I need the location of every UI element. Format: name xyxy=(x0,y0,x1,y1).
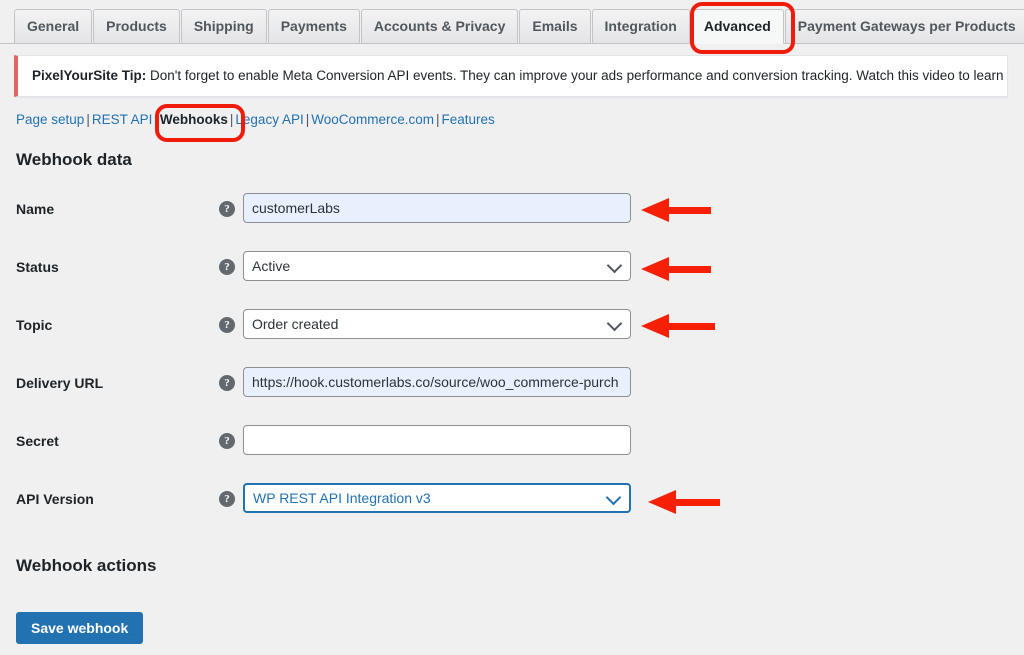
form-row-api-version: API Version ? WP REST API Integration v3 xyxy=(0,475,1024,533)
subnav-item-legacy-api[interactable]: Legacy API xyxy=(235,112,303,127)
status-select[interactable]: Active xyxy=(243,251,631,281)
status-select-value: Active xyxy=(252,258,291,274)
webhook-data-heading: Webhook data xyxy=(16,150,132,169)
name-label: Name xyxy=(16,201,55,217)
save-webhook-button[interactable]: Save webhook xyxy=(16,612,144,644)
notice-prefix: PixelYourSite Tip: xyxy=(32,68,147,83)
topic-select[interactable]: Order created xyxy=(243,309,631,339)
tab-integration[interactable]: Integration xyxy=(591,9,690,44)
subnav-item-webhooks[interactable]: Webhooks xyxy=(160,112,228,127)
tab-general[interactable]: General xyxy=(14,9,93,44)
topic-label: Topic xyxy=(16,317,53,333)
tab-shipping[interactable]: Shipping xyxy=(180,9,267,44)
help-icon[interactable]: ? xyxy=(219,317,235,333)
subnav-separator: | xyxy=(154,112,158,127)
form-row-name: Name ? xyxy=(0,185,1024,243)
chevron-down-icon xyxy=(606,315,623,332)
chevron-down-icon xyxy=(606,257,623,274)
tab-advanced[interactable]: Advanced xyxy=(690,9,784,44)
pixelyoursite-tip-notice: PixelYourSite Tip: Don't forget to enabl… xyxy=(14,55,1008,97)
help-icon[interactable]: ? xyxy=(219,375,235,391)
notice-text: Don't forget to enable Meta Conversion A… xyxy=(146,68,1008,83)
tab-payment-gateways-per-products[interactable]: Payment Gateways per Products xyxy=(784,9,1024,44)
settings-tab-bar: General Products Shipping Payments Accounts … xyxy=(0,0,1024,44)
help-icon[interactable]: ? xyxy=(219,201,235,217)
form-row-delivery-url: Delivery URL ? xyxy=(0,359,1024,417)
tab-payments[interactable]: Payments xyxy=(267,9,360,44)
help-icon[interactable]: ? xyxy=(219,491,235,507)
webhook-data-form: Name ? Status ? Active Topic ? Order cre… xyxy=(0,185,1024,533)
tab-products[interactable]: Products xyxy=(93,9,180,44)
delivery-url-input[interactable] xyxy=(243,367,631,397)
api-version-select-value: WP REST API Integration v3 xyxy=(253,490,431,506)
topic-select-value: Order created xyxy=(252,316,339,332)
subnav-separator: | xyxy=(86,112,90,127)
tab-emails[interactable]: Emails xyxy=(519,9,591,44)
subnav-item-rest-api[interactable]: REST API xyxy=(92,112,153,127)
secret-label: Secret xyxy=(16,433,59,449)
secret-input[interactable] xyxy=(243,425,631,455)
tab-accounts-privacy[interactable]: Accounts & Privacy xyxy=(360,9,519,44)
form-row-status: Status ? Active xyxy=(0,243,1024,301)
subnav-item-page-setup[interactable]: Page setup xyxy=(16,112,84,127)
name-input[interactable] xyxy=(243,193,631,223)
delivery-url-label: Delivery URL xyxy=(16,375,104,391)
advanced-subnav: Page setup | REST API | Webhooks | Legacy API |… xyxy=(16,111,1024,129)
api-version-select[interactable]: WP REST API Integration v3 xyxy=(243,483,631,513)
help-icon[interactable]: ? xyxy=(219,433,235,449)
subnav-item-features[interactable]: Features xyxy=(442,112,495,127)
subnav-item-woocommerce-com[interactable]: WooCommerce.com xyxy=(311,112,434,127)
form-row-topic: Topic ? Order created xyxy=(0,301,1024,359)
api-version-label: API Version xyxy=(16,491,94,507)
subnav-separator: | xyxy=(436,112,440,127)
status-label: Status xyxy=(16,259,59,275)
webhook-actions-heading: Webhook actions xyxy=(16,556,157,575)
chevron-down-icon xyxy=(605,489,622,506)
help-icon[interactable]: ? xyxy=(219,259,235,275)
form-row-secret: Secret ? xyxy=(0,417,1024,475)
